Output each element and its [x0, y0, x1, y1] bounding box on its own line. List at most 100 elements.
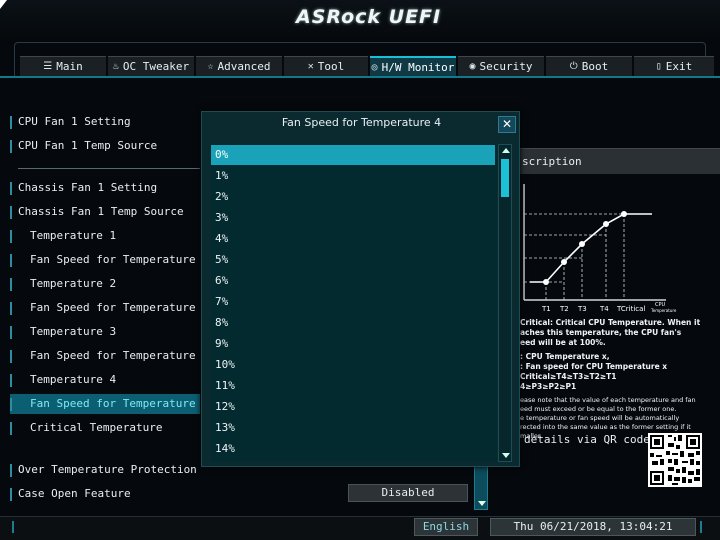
- option-0-percent[interactable]: 0%: [211, 145, 495, 165]
- option-4-percent[interactable]: 4%: [211, 229, 495, 249]
- option-12-percent[interactable]: 12%: [211, 397, 495, 417]
- nav-underline: [0, 76, 720, 78]
- menu-item-cpu-fan-1-setting[interactable]: CPU Fan 1 Setting: [10, 112, 200, 132]
- shield-icon: ◉: [469, 61, 476, 72]
- tab-tool[interactable]: ✕ Tool: [284, 56, 368, 76]
- tab-exit[interactable]: ▯ Exit: [634, 56, 714, 76]
- options-scrollbar[interactable]: [498, 144, 512, 462]
- star-icon: ☆: [207, 61, 214, 72]
- tab-hw-monitor[interactable]: ◎ H/W Monitor: [370, 56, 456, 76]
- item-marker: [10, 206, 12, 219]
- menu-item-chassis-fan-1-temp-source[interactable]: Chassis Fan 1 Temp Source: [10, 202, 200, 222]
- close-button[interactable]: ✕: [498, 116, 516, 133]
- option-8-percent[interactable]: 8%: [211, 313, 495, 333]
- description-line: Critical: Critical CPU Temperature. When…: [520, 318, 701, 327]
- tab-label: Advanced: [217, 60, 271, 73]
- description-line: eed must exceed or be equal to the forme…: [520, 405, 677, 413]
- description-line: eed will be at 100%.: [520, 338, 606, 347]
- menu-item-label: Chassis Fan 1 Setting: [18, 181, 158, 194]
- fan-speed-options-list: 0% 1% 2% 3% 4% 5% 6% 7% 8% 9% 10% 11% 12…: [211, 144, 497, 462]
- close-icon: ✕: [501, 117, 513, 131]
- option-13-percent[interactable]: 13%: [211, 418, 495, 438]
- menu-item-temperature-1[interactable]: Temperature 1: [10, 226, 200, 246]
- menu-item-label: Temperature 4: [30, 373, 117, 386]
- tab-main[interactable]: ☰ Main: [20, 56, 106, 76]
- menu-item-over-temperature-protection[interactable]: Over Temperature Protection: [10, 460, 200, 480]
- qr-code-image: [648, 433, 702, 487]
- menu-item-critical-temperature[interactable]: Critical Temperature: [10, 418, 200, 438]
- option-11-percent[interactable]: 11%: [211, 376, 495, 396]
- graph-label-t2: T2: [559, 305, 569, 313]
- fan-speed-dialog: Fan Speed for Temperature 4 ✕ 0% 1% 2% 3…: [201, 111, 520, 467]
- fan-curve-line: [530, 213, 652, 283]
- monitor-icon: ◎: [371, 61, 378, 73]
- menu-item-case-open-feature[interactable]: Case Open Feature: [10, 484, 200, 504]
- flame-icon: ♨: [112, 61, 119, 72]
- scrollbar-thumb[interactable]: [501, 159, 509, 197]
- tab-boot[interactable]: ⏻ Boot: [546, 56, 632, 76]
- mouse-cursor-icon: [0, 0, 7, 9]
- menu-item-label: CPU Fan 1 Setting: [18, 115, 131, 128]
- option-5-percent[interactable]: 5%: [211, 250, 495, 270]
- menu-item-label: Fan Speed for Temperature 3: [30, 349, 209, 362]
- graph-label-t4: T4: [599, 305, 609, 313]
- menu-item-label: Fan Speed for Temperature 2: [30, 301, 209, 314]
- menu-item-temperature-3[interactable]: Temperature 3: [10, 322, 200, 342]
- menu-item-temperature-4[interactable]: Temperature 4: [10, 370, 200, 390]
- tab-label: Tool: [317, 60, 345, 73]
- exit-door-icon: ▯: [655, 61, 662, 72]
- description-title: scription: [522, 155, 582, 168]
- tab-security[interactable]: ◉ Security: [458, 56, 544, 76]
- menu-item-label: Critical Temperature: [30, 421, 163, 434]
- menu-item-chassis-fan-1-setting[interactable]: Chassis Fan 1 Setting: [10, 178, 200, 198]
- menu-item-label: CPU Fan 1 Temp Source: [18, 139, 158, 152]
- option-7-percent[interactable]: 7%: [211, 292, 495, 312]
- fan-curve-graph: T1 T2 T3 T4 TCritical CPU Temperature: [523, 184, 677, 313]
- scroll-up-arrow-icon[interactable]: [502, 148, 510, 153]
- option-6-percent[interactable]: 6%: [211, 271, 495, 291]
- menu-item-label: Fan Speed for Temperature 1: [30, 253, 209, 266]
- menu-item-label: Chassis Fan 1 Temp Source: [18, 205, 184, 218]
- curve-points: [543, 211, 627, 285]
- menu-item-fan-speed-temp-4[interactable]: Fan Speed for Temperature 4: [10, 394, 209, 414]
- item-marker: [10, 116, 12, 129]
- item-marker: [10, 254, 12, 267]
- scroll-down-arrow-icon[interactable]: [502, 453, 510, 458]
- menu-item-cpu-fan-1-temp-source[interactable]: CPU Fan 1 Temp Source: [10, 136, 200, 156]
- menu-item-fan-speed-temp-2[interactable]: Fan Speed for Temperature 2: [10, 298, 209, 318]
- option-9-percent[interactable]: 9%: [211, 334, 495, 354]
- option-2-percent[interactable]: 2%: [211, 187, 495, 207]
- description-line: : CPU Temperature x,: [520, 352, 610, 361]
- description-line: ease note that the value of each tempera…: [520, 396, 696, 404]
- graph-label-t3: T3: [577, 305, 587, 313]
- graph-label-t1: T1: [541, 305, 551, 313]
- menu-item-fan-speed-temp-1[interactable]: Fan Speed for Temperature 1: [10, 250, 209, 270]
- dialog-title: Fan Speed for Temperature 4: [281, 116, 442, 129]
- top-bar: ASRock UEFI: [0, 0, 720, 44]
- option-10-percent[interactable]: 10%: [211, 355, 495, 375]
- description-line: 4≥P3≥P2≥P1: [520, 382, 577, 391]
- tools-icon: ✕: [307, 61, 314, 72]
- item-marker: [10, 302, 12, 315]
- menu-list-icon: ☰: [43, 61, 53, 72]
- item-marker: [10, 230, 12, 243]
- menu-item-label: Over Temperature Protection: [18, 463, 197, 476]
- item-marker: [10, 488, 12, 501]
- option-1-percent[interactable]: 1%: [211, 166, 495, 186]
- tab-advanced[interactable]: ☆ Advanced: [196, 56, 282, 76]
- tab-label: Main: [56, 60, 83, 73]
- page-scrollbar[interactable]: [474, 466, 488, 510]
- language-button[interactable]: English: [414, 518, 478, 536]
- menu-item-temperature-2[interactable]: Temperature 2: [10, 274, 200, 294]
- option-14-percent[interactable]: 14%: [211, 439, 495, 459]
- description-line: Critical≥T4≥T3≥T2≥T1: [520, 372, 617, 381]
- tab-oc-tweaker[interactable]: ♨ OC Tweaker: [108, 56, 194, 76]
- option-3-percent[interactable]: 3%: [211, 208, 495, 228]
- item-marker: [10, 326, 12, 339]
- case-open-value-dropdown[interactable]: Disabled: [348, 484, 468, 502]
- menu-item-label: Temperature 2: [30, 277, 117, 290]
- menu-item-label: Temperature 3: [30, 325, 117, 338]
- footer-marker: [700, 521, 702, 533]
- item-marker: [10, 182, 12, 195]
- menu-item-fan-speed-temp-3[interactable]: Fan Speed for Temperature 3: [10, 346, 209, 366]
